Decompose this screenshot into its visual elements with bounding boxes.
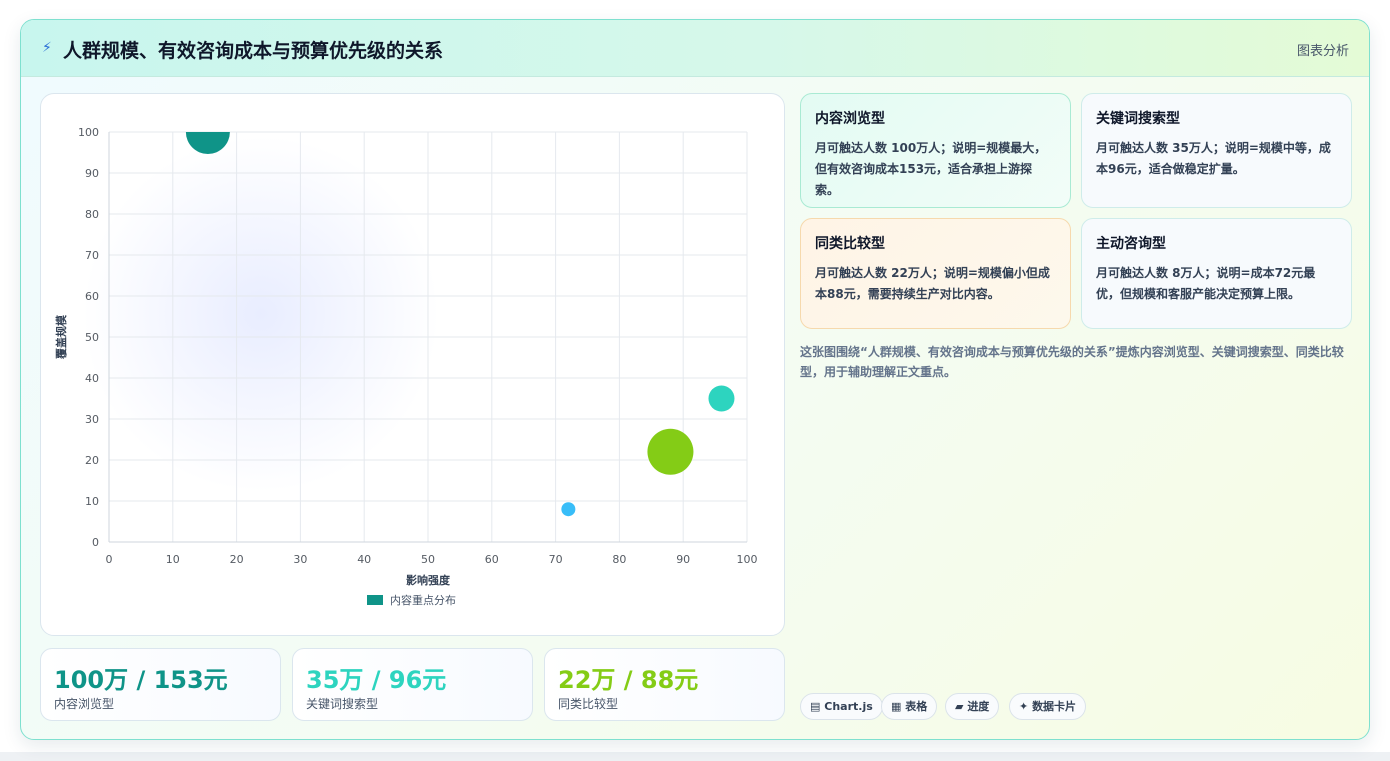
bubble-group	[185, 132, 735, 517]
page-bottom-strip	[0, 752, 1390, 761]
stat-card-comparison: 22万 / 88元 同类比较型	[544, 648, 785, 721]
bubble-chart: 0 10 20 30 40 50 60 70 80 90 100 0 10 20 30 40 50 60 70 80 9…	[54, 126, 758, 607]
info-card-text: 月可触达人数 100万人；说明=规模最大，但有效咨询成本153元，适合承担上游探…	[815, 141, 1047, 197]
bubble-point	[708, 385, 735, 412]
y-tick-label: 60	[85, 290, 99, 303]
bubble-point	[647, 428, 694, 475]
info-card-title: 同类比较型	[815, 236, 885, 252]
y-axis-title: 覆盖规模	[54, 314, 68, 359]
stat-label: 关键词搜索型	[306, 697, 379, 711]
tag-table[interactable]: ▦ 表格	[881, 693, 938, 720]
sparkle-icon: ✦	[1019, 700, 1029, 713]
tag-label: 表格	[905, 700, 928, 713]
progress-icon: ▰	[955, 700, 964, 713]
info-card-title: 内容浏览型	[815, 111, 885, 127]
stat-card-content-browse: 100万 / 153元 内容浏览型	[40, 648, 281, 721]
analysis-card: ⚡ 人群规模、有效咨询成本与预算优先级的关系 图表分析 0 10 20 30 40 50 6…	[20, 19, 1370, 740]
y-tick-label: 10	[85, 495, 99, 508]
page-title: 人群规模、有效咨询成本与预算优先级的关系	[63, 40, 444, 62]
y-tick-label: 80	[85, 208, 99, 221]
stat-value: 100万 / 153元	[54, 666, 228, 694]
x-tick-label: 0	[106, 553, 113, 566]
y-tick-label: 0	[92, 536, 99, 549]
x-tick-label: 80	[612, 553, 626, 566]
y-tick-label: 90	[85, 167, 99, 180]
legend-swatch	[367, 595, 383, 605]
tag-chartjs[interactable]: ▤ Chart.js	[800, 693, 883, 720]
stat-card-keyword-search: 35万 / 96元 关键词搜索型	[292, 648, 533, 721]
x-tick-label: 30	[293, 553, 307, 566]
y-tick-label: 30	[85, 413, 99, 426]
chart-icon: ▤	[810, 700, 821, 713]
tag-label: 进度	[967, 700, 990, 713]
y-tick-label: 20	[85, 454, 99, 467]
legend-label: 内容重点分布	[390, 593, 456, 607]
chart-analysis-tag: 图表分析	[1296, 44, 1349, 59]
y-tick-label: 70	[85, 249, 99, 262]
info-card-text: 月可触达人数 22万人；说明=规模偏小但成本88元，需要持续生产对比内容。	[815, 266, 1050, 301]
x-tick-label: 40	[357, 553, 371, 566]
x-tick-label: 70	[549, 553, 563, 566]
x-tick-label: 100	[737, 553, 758, 566]
info-card-text: 月可触达人数 8万人；说明=成本72元最优，但规模和客服产能决定预算上限。	[1096, 266, 1316, 301]
x-tick-label: 10	[166, 553, 180, 566]
info-card-title: 关键词搜索型	[1096, 111, 1180, 127]
bubble-point	[561, 502, 576, 517]
chart-summary: 这张图围绕“人群规模、有效咨询成本与预算优先级的关系”提炼内容浏览型、关键词搜索…	[800, 345, 1344, 379]
x-axis-title: 影响强度	[406, 573, 451, 587]
tag-label: 数据卡片	[1032, 700, 1077, 713]
table-icon: ▦	[891, 700, 902, 713]
stat-value: 22万 / 88元	[558, 666, 699, 694]
chart-panel: 0 10 20 30 40 50 60 70 80 90 100 0 10 20 30 40 50 60 70 80 9…	[40, 93, 785, 636]
y-tick-label: 40	[85, 372, 99, 385]
stat-label: 同类比较型	[558, 697, 619, 711]
info-card-active-inquiry: 主动咨询型 月可触达人数 8万人；说明=成本72元最优，但规模和客服产能决定预算…	[1081, 218, 1352, 329]
x-tick-label: 60	[485, 553, 499, 566]
bubble-point	[185, 132, 230, 154]
info-card-title: 主动咨询型	[1096, 236, 1166, 252]
info-card-keyword-search: 关键词搜索型 月可触达人数 35万人；说明=规模中等，成本96元，适合做稳定扩量…	[1081, 93, 1352, 208]
y-tick-label: 50	[85, 331, 99, 344]
y-tick-label: 100	[78, 126, 99, 139]
info-card-comparison: 同类比较型 月可触达人数 22万人；说明=规模偏小但成本88元，需要持续生产对比…	[800, 218, 1071, 329]
tag-data-card[interactable]: ✦ 数据卡片	[1009, 693, 1087, 720]
lightning-icon: ⚡	[42, 40, 52, 56]
x-tick-label: 90	[676, 553, 690, 566]
tag-progress[interactable]: ▰ 进度	[945, 693, 1000, 720]
x-tick-label: 20	[230, 553, 244, 566]
info-card-text: 月可触达人数 35万人；说明=规模中等，成本96元，适合做稳定扩量。	[1096, 141, 1331, 176]
tag-label: Chart.js	[824, 700, 873, 713]
x-tick-label: 50	[421, 553, 435, 566]
stat-value: 35万 / 96元	[306, 666, 447, 694]
card-header: ⚡ 人群规模、有效咨询成本与预算优先级的关系 图表分析	[21, 20, 1369, 77]
info-card-content-browse: 内容浏览型 月可触达人数 100万人；说明=规模最大，但有效咨询成本153元，适…	[800, 93, 1071, 208]
stat-label: 内容浏览型	[54, 697, 115, 711]
